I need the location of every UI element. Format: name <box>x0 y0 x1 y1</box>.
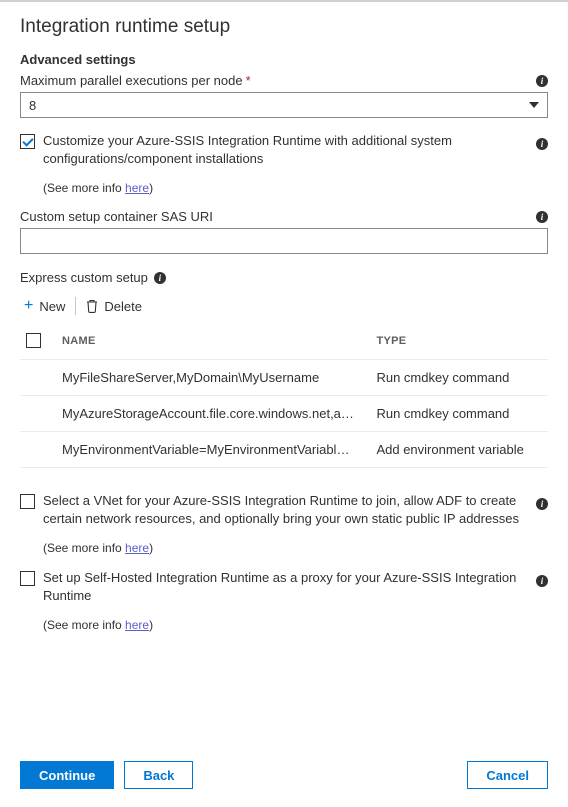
proxy-more-info: (See more info here) <box>43 618 548 632</box>
info-icon[interactable]: i <box>536 75 548 87</box>
select-all-checkbox[interactable] <box>26 333 41 348</box>
back-button[interactable]: Back <box>124 761 193 789</box>
max-parallel-select[interactable]: 8 <box>20 92 548 118</box>
cell-type: Add environment variable <box>366 432 548 468</box>
advanced-settings-heading: Advanced settings <box>20 52 548 67</box>
customize-more-info: (See more info here) <box>43 181 548 195</box>
express-setup-table: Name Type MyFileShareServer,MyDomain\MyU… <box>20 323 548 468</box>
customize-here-link[interactable]: here <box>125 181 149 195</box>
max-parallel-label: Maximum parallel executions per node <box>20 73 243 88</box>
vnet-here-link[interactable]: here <box>125 541 149 555</box>
max-parallel-value: 8 <box>29 98 36 113</box>
cell-name: MyAzureStorageAccount.file.core.windows.… <box>52 396 366 432</box>
cell-name: MyFileShareServer,MyDomain\MyUsername <box>52 360 366 396</box>
customize-label: Customize your Azure-SSIS Integration Ru… <box>43 132 526 167</box>
info-icon[interactable]: i <box>536 211 548 223</box>
proxy-here-link[interactable]: here <box>125 618 149 632</box>
required-indicator: * <box>246 73 251 88</box>
sas-uri-label: Custom setup container SAS URI <box>20 209 213 224</box>
cell-type: Run cmdkey command <box>366 360 548 396</box>
cell-name: MyEnvironmentVariable=MyEnvironmentVaria… <box>52 432 366 468</box>
sas-uri-input[interactable] <box>20 228 548 254</box>
new-button[interactable]: + New <box>24 297 65 315</box>
continue-button[interactable]: Continue <box>20 761 114 789</box>
delete-button[interactable]: Delete <box>86 299 142 314</box>
express-setup-label: Express custom setup <box>20 270 148 285</box>
vnet-label: Select a VNet for your Azure-SSIS Integr… <box>43 492 526 527</box>
cancel-button[interactable]: Cancel <box>467 761 548 789</box>
table-row[interactable]: MyEnvironmentVariable=MyEnvironmentVaria… <box>20 432 548 468</box>
info-icon[interactable]: i <box>536 138 548 150</box>
vnet-more-info: (See more info here) <box>43 541 548 555</box>
divider <box>75 297 76 315</box>
col-header-name[interactable]: Name <box>52 323 366 360</box>
info-icon[interactable]: i <box>536 575 548 587</box>
table-row[interactable]: MyAzureStorageAccount.file.core.windows.… <box>20 396 548 432</box>
proxy-label: Set up Self-Hosted Integration Runtime a… <box>43 569 526 604</box>
info-icon[interactable]: i <box>154 272 166 284</box>
customize-checkbox[interactable] <box>20 134 35 149</box>
page-title: Integration runtime setup <box>20 16 548 38</box>
col-header-type[interactable]: Type <box>366 323 548 360</box>
table-row[interactable]: MyFileShareServer,MyDomain\MyUsername Ru… <box>20 360 548 396</box>
vnet-checkbox[interactable] <box>20 494 35 509</box>
trash-icon <box>86 299 98 313</box>
plus-icon: + <box>24 297 33 315</box>
chevron-down-icon <box>529 102 539 108</box>
proxy-checkbox[interactable] <box>20 571 35 586</box>
cell-type: Run cmdkey command <box>366 396 548 432</box>
info-icon[interactable]: i <box>536 498 548 510</box>
footer: Continue Back Cancel <box>0 749 568 807</box>
